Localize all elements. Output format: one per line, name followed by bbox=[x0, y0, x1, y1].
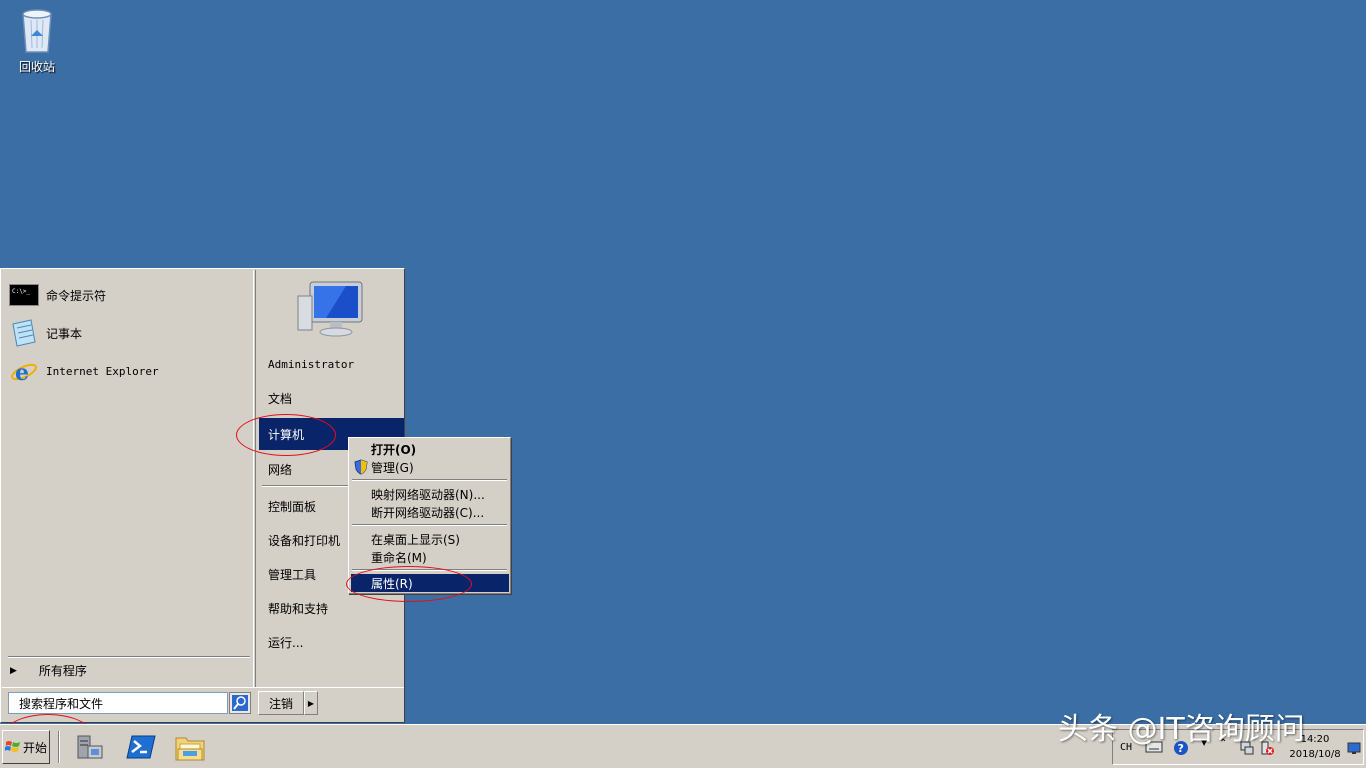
uac-shield-icon bbox=[354, 459, 368, 478]
powershell-icon bbox=[126, 735, 156, 759]
clock-date: 2018/10/8 bbox=[1289, 749, 1341, 760]
computer-monitor-icon bbox=[296, 280, 366, 343]
ctx-disconnect-drive[interactable]: 断开网络驱动器(C)... bbox=[371, 503, 484, 521]
taskbar-explorer[interactable] bbox=[173, 730, 207, 764]
places-network[interactable]: 网络 bbox=[268, 461, 292, 478]
program-item-cmd[interactable]: C:\>_ 命令提示符 bbox=[8, 278, 106, 312]
places-user[interactable]: Administrator bbox=[268, 358, 354, 371]
recycle-bin[interactable]: 回收站 bbox=[12, 6, 62, 75]
start-button[interactable]: 开始 bbox=[2, 730, 50, 764]
places-help[interactable]: 帮助和支持 bbox=[268, 600, 328, 617]
ctx-map-drive[interactable]: 映射网络驱动器(N)... bbox=[371, 485, 485, 503]
recycle-bin-label: 回收站 bbox=[18, 60, 55, 74]
server-manager-icon bbox=[77, 735, 103, 759]
programs-separator bbox=[8, 656, 250, 658]
search-icon bbox=[232, 695, 248, 711]
all-programs-label: 所有程序 bbox=[38, 664, 87, 678]
places-admin-tools[interactable]: 管理工具 bbox=[268, 566, 316, 583]
places-control-panel[interactable]: 控制面板 bbox=[268, 498, 316, 515]
ctx-separator bbox=[352, 569, 507, 571]
triangle-right-icon: ▶ bbox=[307, 698, 315, 708]
cmd-icon: C:\>_ bbox=[8, 280, 40, 310]
ie-icon: e bbox=[8, 356, 40, 386]
start-label: 开始 bbox=[22, 740, 47, 755]
all-programs-button[interactable]: ▶ 所有程序 bbox=[10, 662, 87, 679]
program-label: 命令提示符 bbox=[46, 288, 107, 303]
show-desktop-icon[interactable] bbox=[1347, 742, 1361, 754]
svg-text:C:\>_: C:\>_ bbox=[12, 288, 30, 295]
taskbar-separator bbox=[58, 731, 60, 763]
places-run[interactable]: 运行... bbox=[268, 634, 303, 651]
logoff-button[interactable]: 注销 bbox=[258, 691, 304, 715]
search-input[interactable]: 搜索程序和文件 bbox=[8, 692, 228, 714]
context-menu: 打开(O) 管理(G) 映射网络驱动器(N)... 断开网络驱动器(C)... … bbox=[348, 437, 511, 594]
places-documents[interactable]: 文档 bbox=[268, 390, 292, 407]
taskbar-server-manager[interactable] bbox=[72, 730, 106, 764]
watermark: 头条 @IT咨询顾问 bbox=[1058, 712, 1305, 747]
ctx-open[interactable]: 打开(O) bbox=[371, 440, 416, 458]
windows-logo-icon bbox=[4, 741, 20, 752]
ctx-properties[interactable]: 属性(R) bbox=[351, 574, 509, 592]
start-menu-programs-pane: C:\>_ 命令提示符 记事本 e Internet Explorer ▶ 所有… bbox=[2, 270, 254, 687]
triangle-right-icon: ▶ bbox=[10, 665, 17, 676]
program-label: Internet Explorer bbox=[46, 364, 159, 378]
explorer-icon bbox=[175, 737, 205, 761]
notepad-icon bbox=[8, 318, 40, 348]
logoff-options-button[interactable]: ▶ bbox=[304, 691, 318, 715]
places-devices-printers[interactable]: 设备和打印机 bbox=[268, 532, 340, 549]
program-item-ie[interactable]: e Internet Explorer bbox=[8, 354, 159, 388]
ctx-show-on-desktop[interactable]: 在桌面上显示(S) bbox=[371, 530, 460, 548]
program-label: 记事本 bbox=[46, 326, 83, 341]
svg-text:e: e bbox=[15, 360, 29, 386]
program-item-notepad[interactable]: 记事本 bbox=[8, 316, 82, 350]
recycle-bin-icon bbox=[22, 9, 52, 53]
start-menu-bottom-bar: 搜索程序和文件 注销 ▶ bbox=[2, 687, 404, 722]
taskbar-powershell[interactable] bbox=[124, 730, 158, 764]
ctx-rename[interactable]: 重命名(M) bbox=[371, 548, 427, 566]
search-button[interactable] bbox=[229, 692, 251, 714]
start-menu: C:\>_ 命令提示符 记事本 e Internet Explorer ▶ 所有… bbox=[0, 268, 405, 723]
ctx-separator bbox=[352, 524, 507, 526]
ctx-manage[interactable]: 管理(G) bbox=[371, 458, 414, 476]
ctx-separator bbox=[352, 479, 507, 481]
